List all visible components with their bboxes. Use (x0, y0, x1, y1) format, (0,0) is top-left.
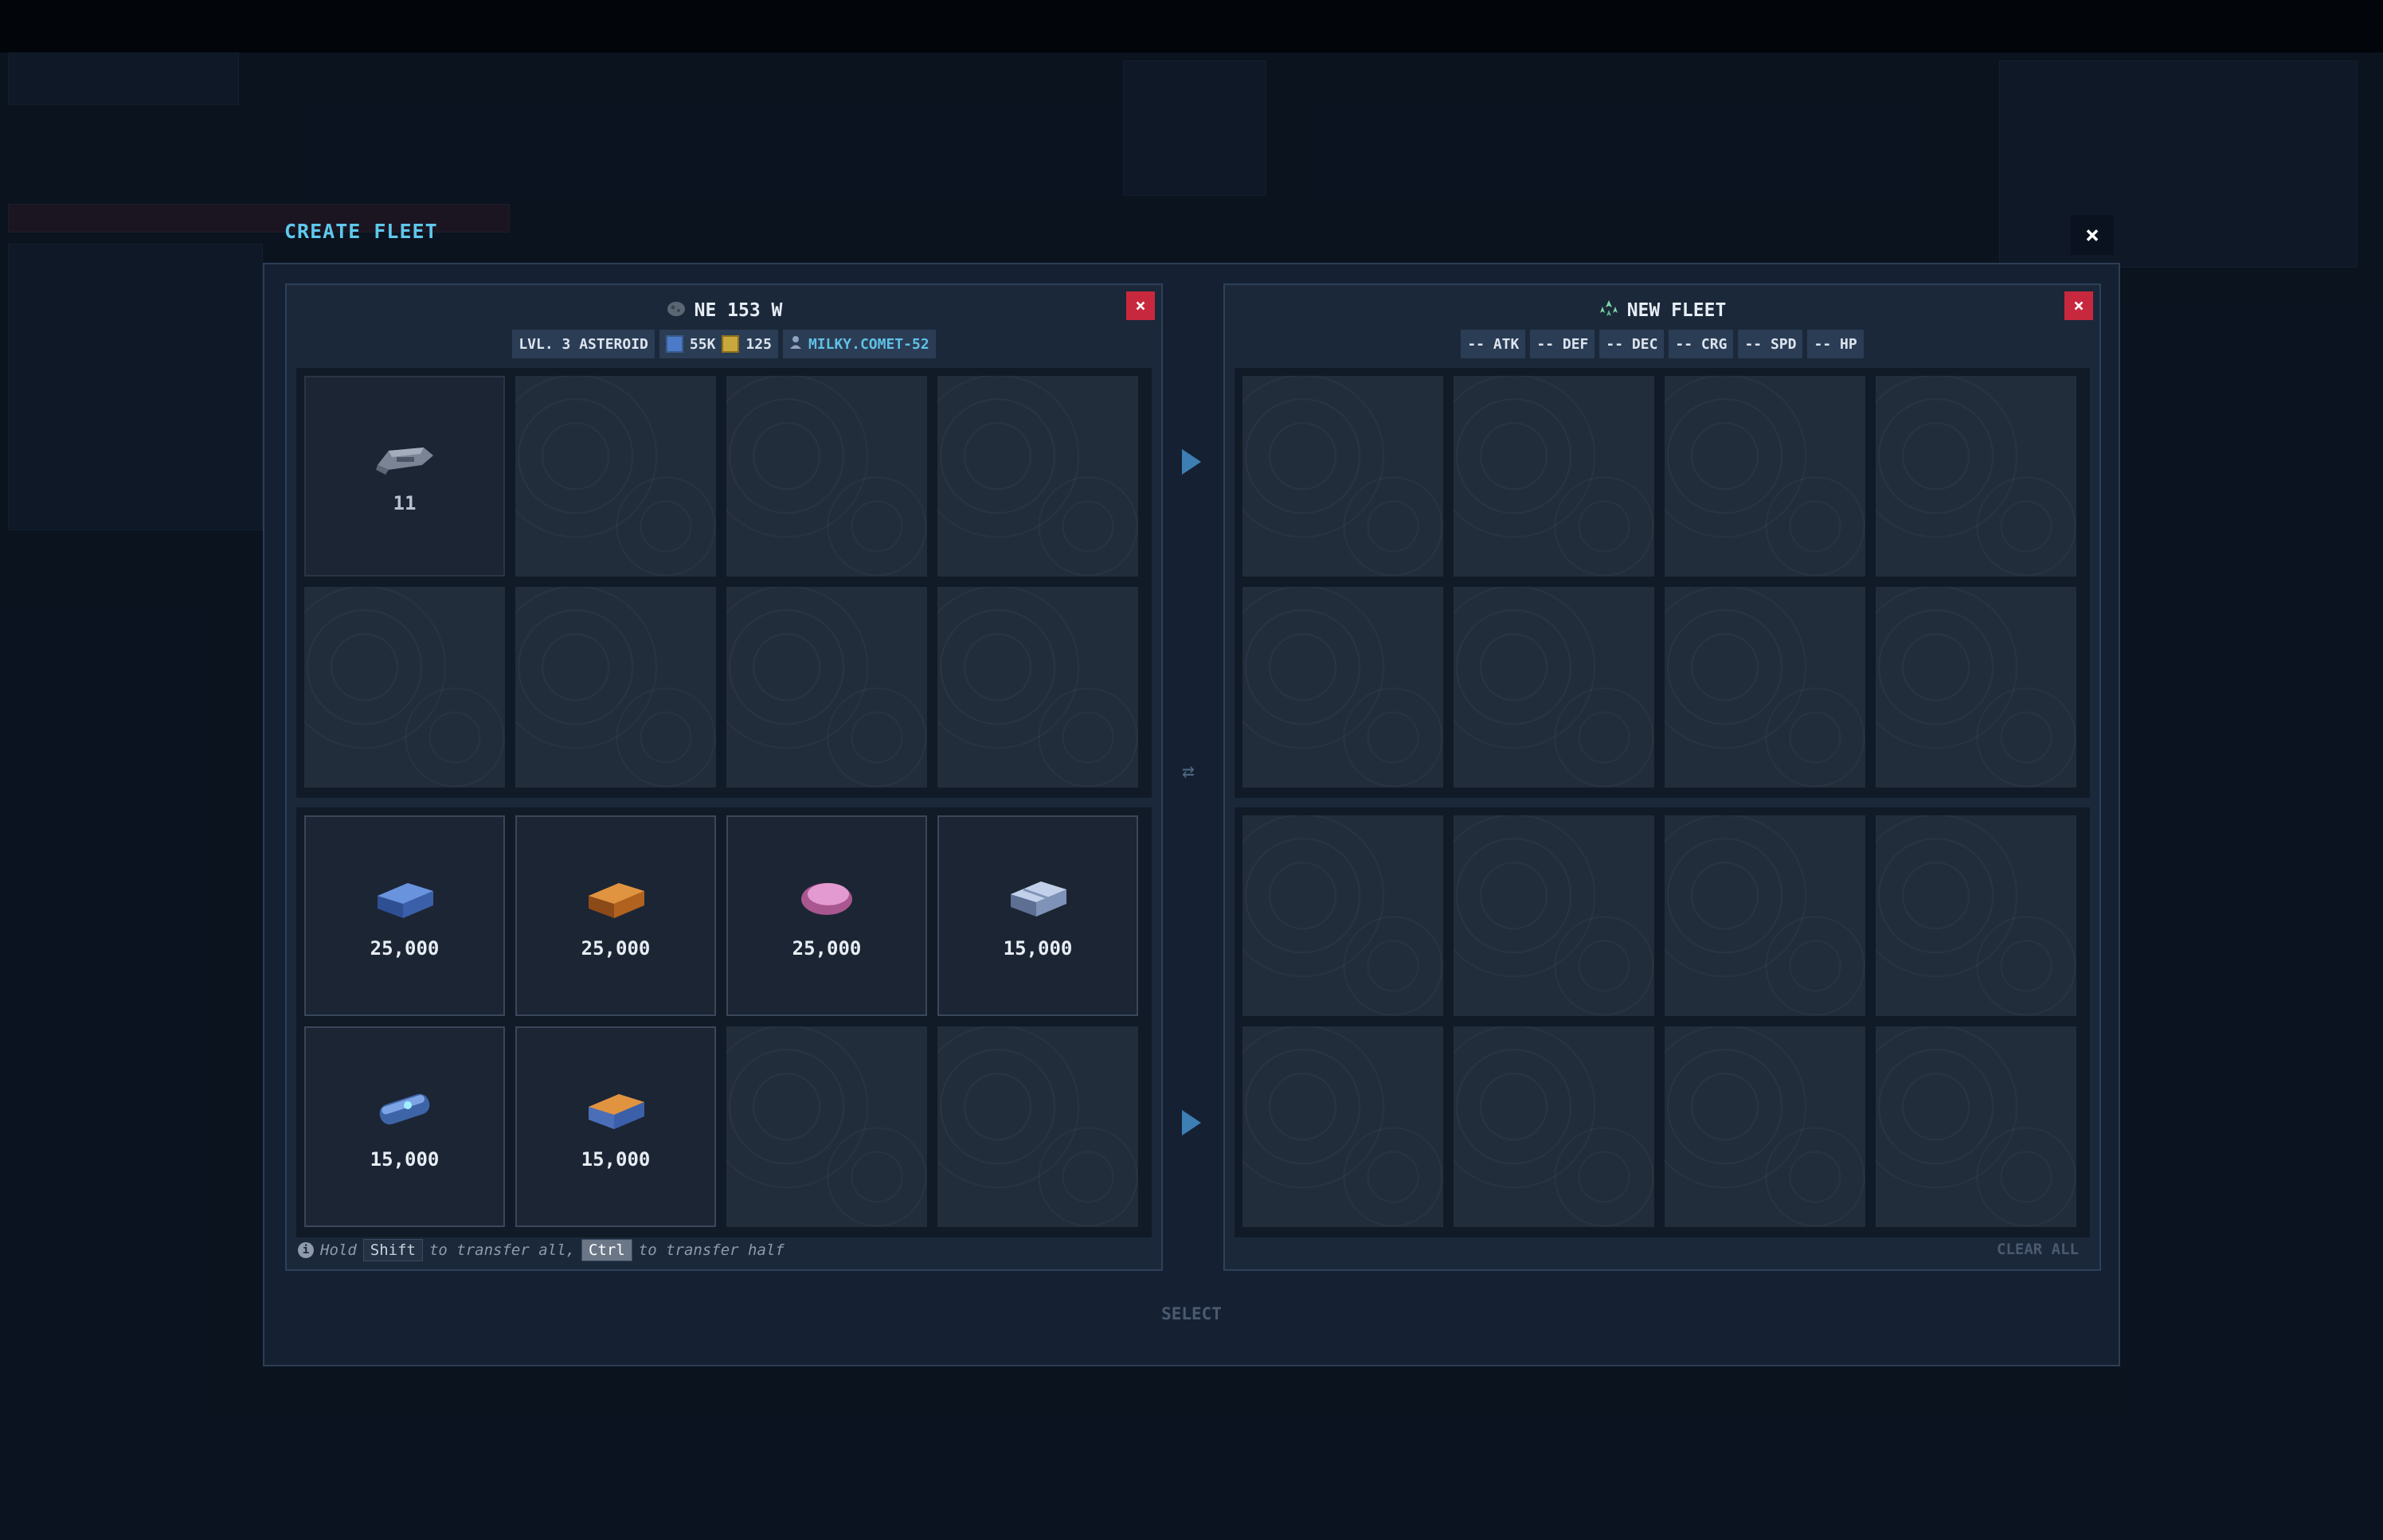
empty-slot[interactable] (1876, 815, 2076, 1016)
empty-slot[interactable] (937, 587, 1138, 788)
empty-slot[interactable] (726, 1026, 927, 1227)
empty-slot[interactable] (1242, 1026, 1443, 1227)
modal-title: CREATE FLEET (284, 220, 438, 243)
resource-a-value: 55K (689, 335, 716, 353)
clear-all-button[interactable]: CLEAR ALL (1997, 1241, 2079, 1258)
stat-crg: -- CRG (1669, 330, 1734, 358)
resource-slot[interactable]: 25,000 (304, 815, 505, 1016)
stat-def: -- DEF (1530, 330, 1595, 358)
hint-text-3: to transfer half (638, 1241, 785, 1259)
empty-slot[interactable] (1665, 1026, 1865, 1227)
info-icon: i (298, 1242, 314, 1258)
pink-crystal-icon (795, 872, 859, 926)
empty-slot[interactable] (1665, 376, 1865, 577)
stat-hp: -- HP (1807, 330, 1864, 358)
fleet-panel: NEW FLEET × -- ATK -- DEF -- DEC -- CRG … (1223, 283, 2101, 1271)
resource-amount: 25,000 (581, 937, 651, 960)
empty-slot[interactable] (726, 376, 927, 577)
empty-slot[interactable] (1454, 1026, 1654, 1227)
top-bar (0, 0, 2383, 53)
empty-slot[interactable] (726, 587, 927, 788)
empty-slot[interactable] (1876, 376, 2076, 577)
empty-slot[interactable] (1876, 587, 2076, 788)
empty-slot[interactable] (937, 376, 1138, 577)
level-label: LVL. 3 ASTEROID (518, 335, 648, 353)
resource-tag: 55K 125 (659, 330, 778, 358)
stat-spd: -- SPD (1738, 330, 1803, 358)
swap-icon[interactable]: ⇄ (1182, 760, 1195, 784)
empty-slot[interactable] (937, 1026, 1138, 1227)
create-fleet-modal: NE 153 W × LVL. 3 ASTEROID 55K 125 MILKY… (263, 263, 2120, 1366)
resource-amount: 15,000 (581, 1148, 651, 1171)
empty-slot[interactable] (1454, 376, 1654, 577)
empty-slot[interactable] (1242, 815, 1443, 1016)
stat-dec: -- DEC (1599, 330, 1665, 358)
empty-slot[interactable] (1665, 815, 1865, 1016)
transfer-hint: i Hold Shift to transfer all, Ctrl to tr… (298, 1239, 785, 1261)
hint-text-2: to transfer all, (428, 1241, 575, 1259)
ship-icon (373, 438, 436, 481)
source-name: NE 153 W (694, 300, 783, 321)
resource-amount: 25,000 (792, 937, 862, 960)
resource-slot[interactable]: 15,000 (515, 1026, 716, 1227)
empty-slot[interactable] (515, 587, 716, 788)
empty-slot[interactable] (1242, 376, 1443, 577)
blue-ingot-icon (373, 872, 436, 926)
resource-slot[interactable]: 25,000 (726, 815, 927, 1016)
empty-slot[interactable] (515, 376, 716, 577)
empty-slot[interactable] (1454, 587, 1654, 788)
fleet-icon (1598, 298, 1619, 323)
user-icon (789, 335, 802, 354)
copper-ingot-icon (584, 872, 648, 926)
stat-atk: -- ATK (1461, 330, 1526, 358)
ore-icon (665, 335, 683, 353)
resource-amount: 15,000 (1003, 937, 1073, 960)
resource-slot[interactable]: 15,000 (304, 1026, 505, 1227)
asteroid-icon (666, 298, 687, 323)
empty-slot[interactable] (1242, 587, 1443, 788)
hybrid-ingot-icon (584, 1083, 648, 1137)
ship-slot[interactable]: 11 (304, 376, 505, 577)
empty-slot[interactable] (1454, 815, 1654, 1016)
ship-count: 11 (393, 492, 417, 514)
steel-plate-icon (1006, 872, 1070, 926)
ctrl-key: Ctrl (581, 1239, 632, 1261)
source-tags: LVL. 3 ASTEROID 55K 125 MILKY.COMET-52 (287, 330, 1161, 358)
source-close-button[interactable]: × (1126, 291, 1155, 320)
fleet-header: NEW FLEET (1225, 298, 2099, 323)
shift-key: Shift (362, 1239, 423, 1261)
select-button[interactable]: SELECT (264, 1304, 2119, 1323)
modal-close-button[interactable]: × (2071, 215, 2114, 255)
empty-slot[interactable] (1876, 1026, 2076, 1227)
resource-slot[interactable]: 15,000 (937, 815, 1138, 1016)
transfer-ships-arrow[interactable] (1182, 449, 1201, 475)
resource-amount: 15,000 (370, 1148, 440, 1171)
fleet-close-button[interactable]: × (2064, 291, 2093, 320)
hint-text-1: Hold (320, 1241, 357, 1259)
crate-icon (722, 335, 740, 353)
empty-slot[interactable] (304, 587, 505, 788)
source-panel: NE 153 W × LVL. 3 ASTEROID 55K 125 MILKY… (285, 283, 1163, 1271)
resource-amount: 25,000 (370, 937, 440, 960)
level-tag: LVL. 3 ASTEROID (512, 330, 655, 358)
player-tag[interactable]: MILKY.COMET-52 (782, 330, 936, 358)
player-name: MILKY.COMET-52 (808, 335, 929, 353)
transfer-resources-arrow[interactable] (1182, 1110, 1201, 1135)
blue-capsule-icon (373, 1083, 436, 1137)
source-resource-grid: 25,000 25,000 25,000 15,000 15,000 15,00… (296, 807, 1152, 1237)
source-header: NE 153 W (287, 298, 1161, 323)
resource-slot[interactable]: 25,000 (515, 815, 716, 1016)
source-ship-grid: 11 (296, 368, 1152, 798)
empty-slot[interactable] (1665, 587, 1865, 788)
fleet-name: NEW FLEET (1626, 300, 1727, 321)
fleet-ship-grid (1235, 368, 2090, 798)
fleet-cargo-grid (1235, 807, 2090, 1237)
fleet-stats: -- ATK -- DEF -- DEC -- CRG -- SPD -- HP (1225, 330, 2099, 358)
resource-b-value: 125 (745, 335, 772, 353)
